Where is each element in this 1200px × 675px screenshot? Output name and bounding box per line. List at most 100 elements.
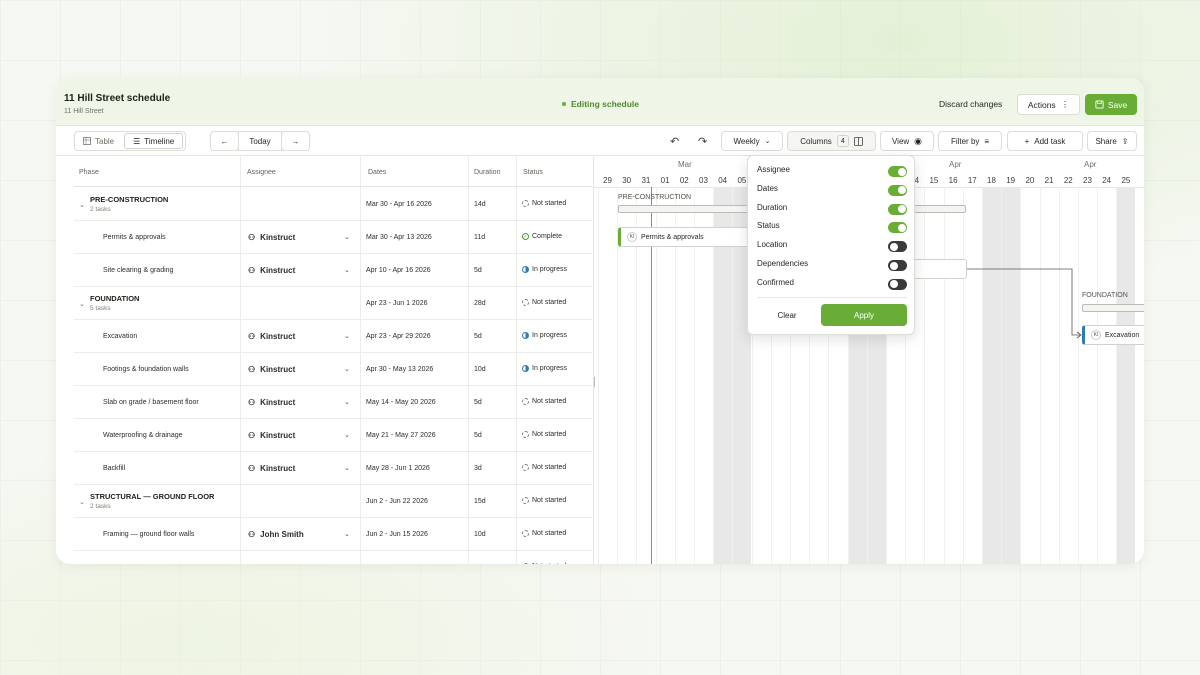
chevron-down-icon[interactable]: ⌄ bbox=[344, 266, 350, 274]
columns-button[interactable]: Columns 4 bbox=[787, 131, 876, 151]
task-duration[interactable]: 5d bbox=[474, 267, 482, 274]
task-name[interactable]: Site clearing & grading bbox=[103, 267, 173, 274]
status-badge[interactable]: Not started bbox=[522, 497, 566, 504]
chevron-down-icon[interactable]: ⌄ bbox=[79, 201, 85, 209]
discard-changes-button[interactable]: Discard changes bbox=[939, 99, 1002, 109]
status-badge[interactable]: Not started bbox=[522, 398, 566, 405]
table-row[interactable]: Footings & foundation walls ⚇ Kinstruct ⌄ Ap… bbox=[74, 353, 592, 386]
task-dates[interactable]: Jun 2 - Jun 22 2026 bbox=[366, 498, 428, 505]
chevron-down-icon[interactable]: ⌄ bbox=[344, 233, 350, 241]
status-badge[interactable]: ✓ Complete bbox=[522, 233, 562, 240]
status-badge[interactable]: Not started bbox=[522, 299, 566, 306]
toggle-switch[interactable] bbox=[888, 203, 907, 215]
chevron-down-icon[interactable]: ⌄ bbox=[79, 300, 85, 308]
phase-row[interactable]: ⌄ STRUCTURAL — GROUND FLOOR 2 tasks Jun 2 -… bbox=[74, 485, 592, 518]
task-dates[interactable]: Apr 10 - Apr 16 2026 bbox=[366, 267, 431, 274]
save-button[interactable]: Save bbox=[1085, 94, 1137, 115]
col-duration[interactable]: Duration bbox=[474, 169, 500, 176]
table-row[interactable]: Site clearing & grading ⚇ Kinstruct ⌄ Apr 10… bbox=[74, 254, 592, 287]
table-row[interactable]: Backfill ⚇ Kinstruct ⌄ May 28 - Jun 1 2026 3d… bbox=[74, 452, 592, 485]
column-toggle-row[interactable]: Confirmed bbox=[757, 278, 907, 292]
toggle-switch[interactable] bbox=[888, 184, 907, 196]
table-row[interactable]: Framing — ground floor walls ⚇ John Smith ⌄… bbox=[74, 518, 592, 551]
assignee-select[interactable]: ⚇ Kinstruct bbox=[248, 464, 295, 473]
prev-button[interactable]: ← bbox=[210, 131, 239, 151]
phase-row[interactable]: ⌄ PRE-CONSTRUCTION 2 tasks Mar 30 - Apr 16 … bbox=[74, 188, 592, 221]
status-badge[interactable]: Not started bbox=[522, 563, 566, 564]
task-dates[interactable]: May 14 - May 20 2026 bbox=[366, 399, 436, 406]
chevron-down-icon[interactable]: ⌄ bbox=[344, 398, 350, 406]
task-name[interactable]: Framing — ground floor walls bbox=[103, 531, 194, 538]
task-duration[interactable]: 10d bbox=[474, 366, 486, 373]
assignee-select[interactable]: ⚇ Kinstruct bbox=[248, 233, 295, 242]
status-badge[interactable]: In progress bbox=[522, 332, 567, 339]
col-assignee[interactable]: Assignee bbox=[247, 169, 276, 176]
assignee-select[interactable]: ⚇ Kinstruct bbox=[248, 431, 295, 440]
toggle-switch[interactable] bbox=[888, 260, 907, 271]
task-dates[interactable]: Apr 23 - Apr 29 2026 bbox=[366, 333, 431, 340]
assignee-select[interactable]: ⚇ Kinstruct bbox=[248, 398, 295, 407]
table-row[interactable]: Subfloor & deck⚇John Smith⌄Jun 16 - Jun … bbox=[74, 551, 592, 564]
phase-row[interactable]: ⌄ FOUNDATION 5 tasks Apr 23 - Jun 1 2026 28d… bbox=[74, 287, 592, 320]
task-duration[interactable]: 11d bbox=[474, 234, 485, 241]
column-toggle-row[interactable]: Duration bbox=[757, 203, 907, 217]
undo-button[interactable]: ↶ bbox=[670, 135, 679, 148]
tab-timeline[interactable]: ☰ Timeline bbox=[124, 133, 184, 149]
task-name[interactable]: Waterproofing & drainage bbox=[103, 432, 183, 439]
chevron-down-icon[interactable]: ⌄ bbox=[344, 431, 350, 439]
column-toggle-row[interactable]: Dates bbox=[757, 184, 907, 198]
task-dates[interactable]: Mar 30 - Apr 13 2026 bbox=[366, 234, 432, 241]
column-toggle-row[interactable]: Assignee bbox=[757, 165, 907, 179]
task-duration[interactable]: 14d bbox=[474, 201, 486, 208]
zoom-select[interactable]: Weekly ⌄ bbox=[721, 131, 783, 151]
task-name[interactable]: Excavation bbox=[103, 333, 137, 340]
chevron-down-icon[interactable]: ⌄ bbox=[344, 464, 350, 472]
status-badge[interactable]: Not started bbox=[522, 530, 566, 537]
chevron-down-icon[interactable]: ⌄ bbox=[344, 530, 350, 538]
task-name[interactable]: Footings & foundation walls bbox=[103, 366, 189, 373]
actions-button[interactable]: Actions ⋮ bbox=[1017, 94, 1080, 115]
col-status[interactable]: Status bbox=[523, 169, 543, 176]
column-toggle-row[interactable]: Location bbox=[757, 240, 907, 254]
task-duration[interactable]: 5d bbox=[474, 432, 482, 439]
task-dates[interactable]: Apr 23 - Jun 1 2026 bbox=[366, 300, 428, 307]
clear-button[interactable]: Clear bbox=[757, 304, 817, 326]
today-button[interactable]: Today bbox=[238, 131, 282, 151]
apply-button[interactable]: Apply bbox=[821, 304, 907, 326]
assignee-select[interactable]: ⚇ John Smith bbox=[248, 530, 304, 539]
col-phase[interactable]: Phase bbox=[79, 169, 99, 176]
task-duration[interactable]: 3d bbox=[474, 465, 482, 472]
task-duration[interactable]: 5d bbox=[474, 333, 482, 340]
table-row[interactable]: Excavation ⚇ Kinstruct ⌄ Apr 23 - Apr 29 202… bbox=[74, 320, 592, 353]
task-duration[interactable]: 10d bbox=[474, 531, 486, 538]
toggle-switch[interactable] bbox=[888, 222, 907, 234]
toggle-switch[interactable] bbox=[888, 166, 907, 177]
chevron-down-icon[interactable]: ⌄ bbox=[344, 365, 350, 373]
assignee-select[interactable]: ⚇ Kinstruct bbox=[248, 365, 295, 374]
chevron-down-icon[interactable]: ⌄ bbox=[79, 498, 85, 506]
task-dates[interactable]: May 28 - Jun 1 2026 bbox=[366, 465, 430, 472]
status-badge[interactable]: In progress bbox=[522, 266, 567, 273]
tab-table[interactable]: Table bbox=[75, 132, 122, 150]
chevron-down-icon[interactable]: ⌄ bbox=[344, 332, 350, 340]
task-dates[interactable]: Apr 30 - May 13 2026 bbox=[366, 366, 433, 373]
next-button[interactable]: → bbox=[281, 131, 310, 151]
assignee-select[interactable]: ⚇ Kinstruct bbox=[248, 266, 295, 275]
task-name[interactable]: Permits & approvals bbox=[103, 234, 166, 241]
assignee-select[interactable]: ⚇ John Smith bbox=[248, 563, 304, 564]
view-button[interactable]: View ◉ bbox=[880, 131, 934, 151]
column-toggle-row[interactable]: Dependencies bbox=[757, 259, 907, 273]
status-badge[interactable]: Not started bbox=[522, 464, 566, 471]
col-dates[interactable]: Dates bbox=[368, 169, 386, 176]
status-badge[interactable]: In progress bbox=[522, 365, 567, 372]
toggle-switch[interactable] bbox=[888, 241, 907, 253]
chevron-down-icon[interactable]: ⌄ bbox=[344, 563, 350, 564]
task-duration[interactable]: 15d bbox=[474, 498, 486, 505]
task-duration[interactable]: 5d bbox=[474, 399, 482, 406]
table-row[interactable]: Permits & approvals ⚇ Kinstruct ⌄ Mar 30 - A… bbox=[74, 221, 592, 254]
task-name[interactable]: Backfill bbox=[103, 465, 125, 472]
filter-button[interactable]: Filter by ≡ bbox=[938, 131, 1002, 151]
redo-button[interactable]: ↷ bbox=[698, 135, 707, 148]
task-duration[interactable]: 28d bbox=[474, 300, 486, 307]
assignee-select[interactable]: ⚇ Kinstruct bbox=[248, 332, 295, 341]
